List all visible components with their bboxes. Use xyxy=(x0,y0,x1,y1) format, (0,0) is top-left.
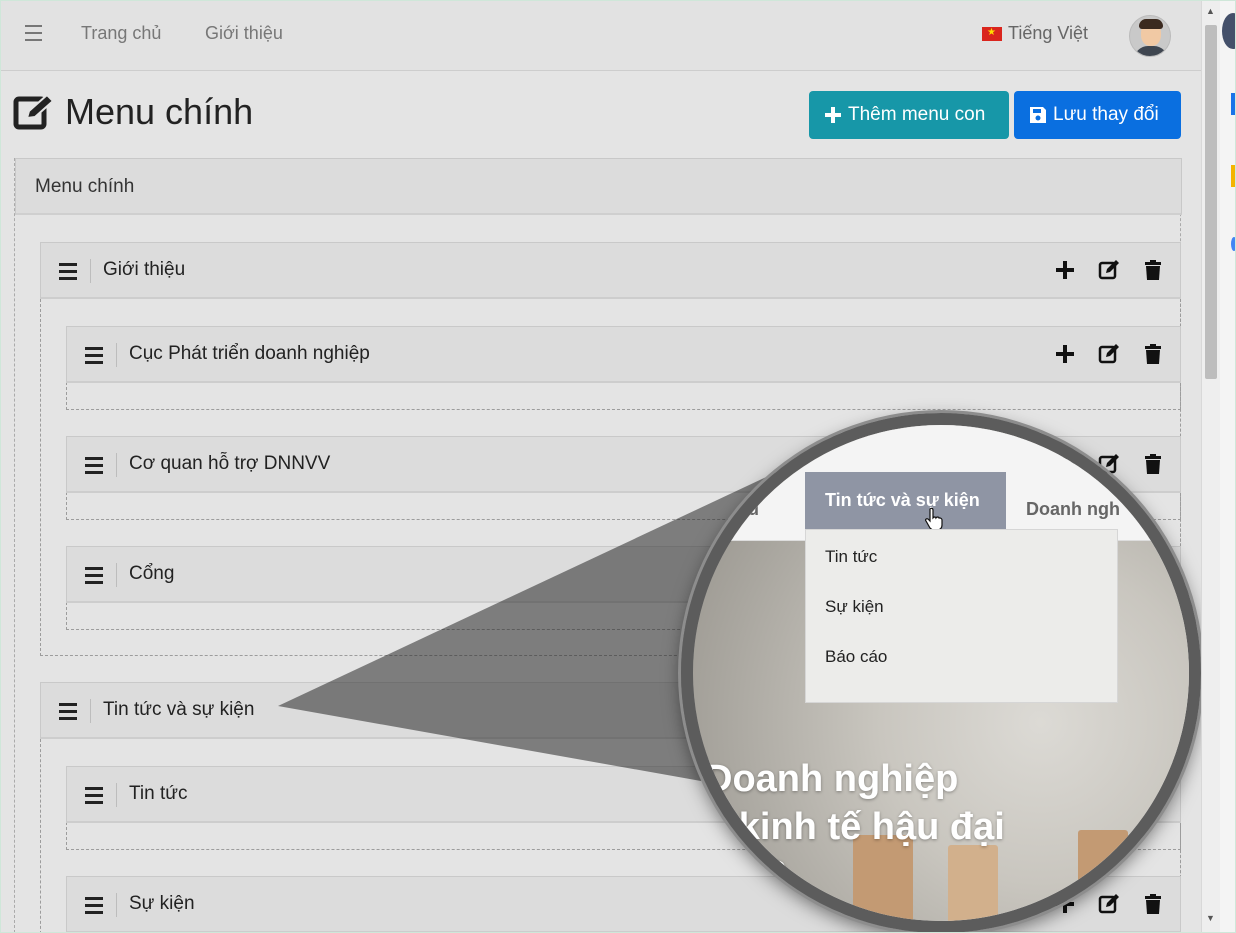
nav-link-about[interactable]: Giới thiệu xyxy=(205,23,283,44)
website-tab[interactable]: iệu xyxy=(733,499,759,520)
avatar xyxy=(1222,13,1235,49)
nav-link-home[interactable]: Trang chủ xyxy=(81,23,161,44)
plus-icon[interactable] xyxy=(1054,343,1076,365)
menu-item-label: Cơ quan hỗ trợ DNNVV xyxy=(129,453,331,474)
save-changes-label: Lưu thay đổi xyxy=(1053,104,1159,125)
app-window: Trang chủ Giới thiệu Tiếng Việt Menu chí… xyxy=(0,0,1236,933)
menu-item-label: Giới thiệu xyxy=(103,259,186,280)
menu-item-label: Tin tức và sự kiện xyxy=(103,699,255,720)
scroll-up-arrow-icon[interactable]: ▲ xyxy=(1206,6,1215,16)
website-tab-active[interactable]: Tin tức và sự kiện xyxy=(805,472,1006,529)
website-tab[interactable]: Doanh ngh xyxy=(1026,499,1120,520)
menu-item-label: Sự kiện xyxy=(129,893,195,914)
drag-handle-icon[interactable] xyxy=(85,457,103,474)
scroll-down-arrow-icon[interactable]: ▼ xyxy=(1206,913,1215,923)
dropdown-item[interactable]: Sự kiện xyxy=(825,597,884,617)
trash-icon[interactable] xyxy=(1142,343,1164,365)
children-container xyxy=(66,382,1181,410)
language-switcher[interactable]: Tiếng Việt xyxy=(982,23,1088,44)
adjacent-window-strip xyxy=(1220,1,1235,932)
menu-item-label: Tin tức xyxy=(129,783,188,804)
trash-icon[interactable] xyxy=(1142,259,1164,281)
edit-icon[interactable] xyxy=(1098,259,1120,281)
drag-handle-icon[interactable] xyxy=(85,347,103,364)
edit-icon[interactable] xyxy=(1098,343,1120,365)
headline-line: Doanh nghiệp xyxy=(705,758,959,800)
add-submenu-button[interactable]: Thêm menu con xyxy=(809,91,1009,139)
save-icon xyxy=(1030,107,1046,123)
add-submenu-label: Thêm menu con xyxy=(848,104,986,125)
dropdown-item[interactable]: Báo cáo xyxy=(825,647,887,667)
drag-handle-icon[interactable] xyxy=(59,263,77,280)
menu-item[interactable]: Giới thiệu xyxy=(40,242,1181,299)
website-dropdown: Tin tức Sự kiện Báo cáo xyxy=(805,529,1118,703)
save-changes-button[interactable]: Lưu thay đổi xyxy=(1014,91,1181,139)
drag-handle-icon[interactable] xyxy=(85,897,103,914)
hand-cursor-icon xyxy=(925,507,943,531)
magnifier-lens: iệu Doanh ngh Tin tức và sự kiện Tin tức… xyxy=(681,413,1201,932)
user-avatar[interactable] xyxy=(1129,15,1171,57)
menu-item-label: Cục Phát triển doanh nghiệp xyxy=(129,343,370,364)
page-title-text: Menu chính xyxy=(65,91,254,132)
language-label: Tiếng Việt xyxy=(1008,23,1089,43)
vertical-scrollbar[interactable]: ▲ ▼ xyxy=(1201,1,1220,932)
hamburger-menu-icon[interactable] xyxy=(25,25,42,41)
plus-icon[interactable] xyxy=(1054,259,1076,281)
website-headline: Doanh nghiệp n kinh tế hậu đại D-19 xyxy=(705,755,1005,899)
plus-icon xyxy=(825,107,841,123)
top-navbar: Trang chủ Giới thiệu Tiếng Việt xyxy=(1,1,1201,71)
menu-item[interactable]: Cục Phát triển doanh nghiệp xyxy=(66,326,1181,383)
drag-handle-icon[interactable] xyxy=(85,787,103,804)
page-title: Menu chính xyxy=(13,91,253,133)
menu-item-label: Cổng xyxy=(129,563,175,584)
dropdown-item[interactable]: Tin tức xyxy=(825,547,877,567)
drag-handle-icon[interactable] xyxy=(85,567,103,584)
drag-handle-icon[interactable] xyxy=(59,703,77,720)
headline-line: D-19 xyxy=(705,854,788,896)
vietnam-flag-icon xyxy=(982,26,1002,41)
headline-line: n kinh tế hậu đại xyxy=(705,806,1005,848)
edit-icon xyxy=(13,93,55,130)
scrollbar-thumb[interactable] xyxy=(1205,25,1217,379)
panel-header: Menu chính xyxy=(15,158,1182,215)
